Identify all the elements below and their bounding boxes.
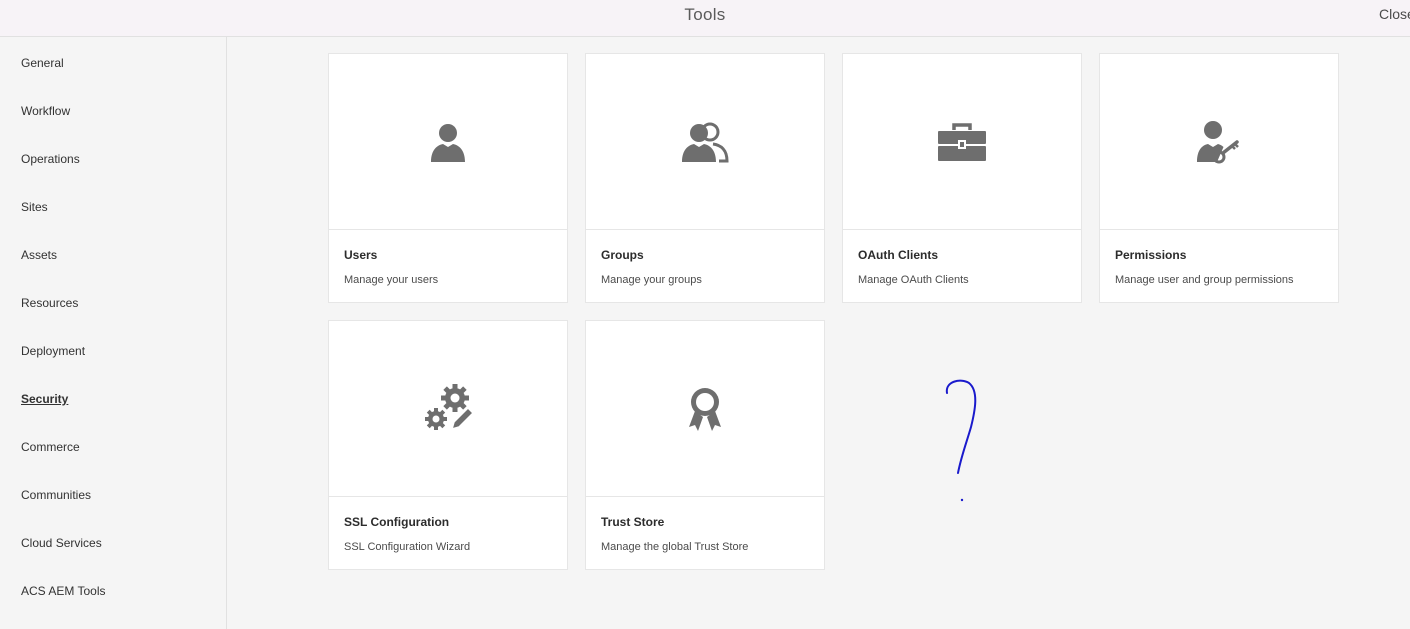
- card-description: Manage the global Trust Store: [601, 541, 749, 553]
- card-description: Manage user and group permissions: [1115, 274, 1294, 286]
- sidebar-item-commerce[interactable]: Commerce: [21, 440, 80, 454]
- sidebar-item-general[interactable]: General: [21, 56, 64, 70]
- sidebar-item-assets[interactable]: Assets: [21, 248, 57, 262]
- sidebar: General Workflow Operations Sites Assets…: [0, 37, 227, 629]
- sidebar-item-acs-aem-tools[interactable]: ACS AEM Tools: [21, 584, 105, 598]
- card-description: Manage your groups: [601, 274, 702, 286]
- sidebar-item-resources[interactable]: Resources: [21, 296, 78, 310]
- sidebar-item-deployment[interactable]: Deployment: [21, 344, 85, 358]
- card-trust-store[interactable]: Trust Store Manage the global Trust Stor…: [585, 320, 825, 570]
- card-description: SSL Configuration Wizard: [344, 541, 471, 553]
- header-bar: Tools Close: [0, 0, 1410, 37]
- card-title: OAuth Clients: [858, 248, 938, 262]
- card-description: Manage OAuth Clients: [858, 274, 969, 286]
- sidebar-item-cloud-services[interactable]: Cloud Services: [21, 536, 102, 550]
- briefcase-icon: [938, 122, 986, 161]
- sidebar-item-sites[interactable]: Sites: [21, 200, 48, 214]
- gears-pencil-icon: [425, 383, 474, 430]
- sidebar-item-operations[interactable]: Operations: [21, 152, 80, 166]
- page-title: Tools: [684, 5, 726, 24]
- sidebar-item-communities[interactable]: Communities: [21, 488, 91, 502]
- card-title: Groups: [601, 248, 644, 262]
- close-button[interactable]: Close: [1379, 6, 1410, 22]
- card-title: SSL Configuration: [344, 515, 450, 529]
- tools-grid: Users Manage your users Groups Manage yo…: [228, 37, 1410, 629]
- card-oauth-clients[interactable]: OAuth Clients Manage OAuth Clients: [842, 53, 1082, 303]
- user-icon: [431, 123, 465, 162]
- card-title: Trust Store: [601, 515, 665, 529]
- card-title: Permissions: [1115, 248, 1187, 262]
- card-ssl-configuration[interactable]: SSL Configuration SSL Configuration Wiza…: [328, 320, 568, 570]
- card-groups[interactable]: Groups Manage your groups: [585, 53, 825, 303]
- sidebar-item-workflow[interactable]: Workflow: [21, 104, 70, 118]
- user-key-icon: [1197, 120, 1239, 163]
- card-permissions[interactable]: Permissions Manage user and group permis…: [1099, 53, 1339, 303]
- card-title: Users: [344, 248, 378, 262]
- card-users[interactable]: Users Manage your users: [328, 53, 568, 303]
- award-ribbon-icon: [689, 387, 721, 431]
- card-description: Manage your users: [344, 274, 439, 286]
- sidebar-item-security[interactable]: Security: [21, 392, 68, 406]
- users-group-icon: [682, 122, 729, 162]
